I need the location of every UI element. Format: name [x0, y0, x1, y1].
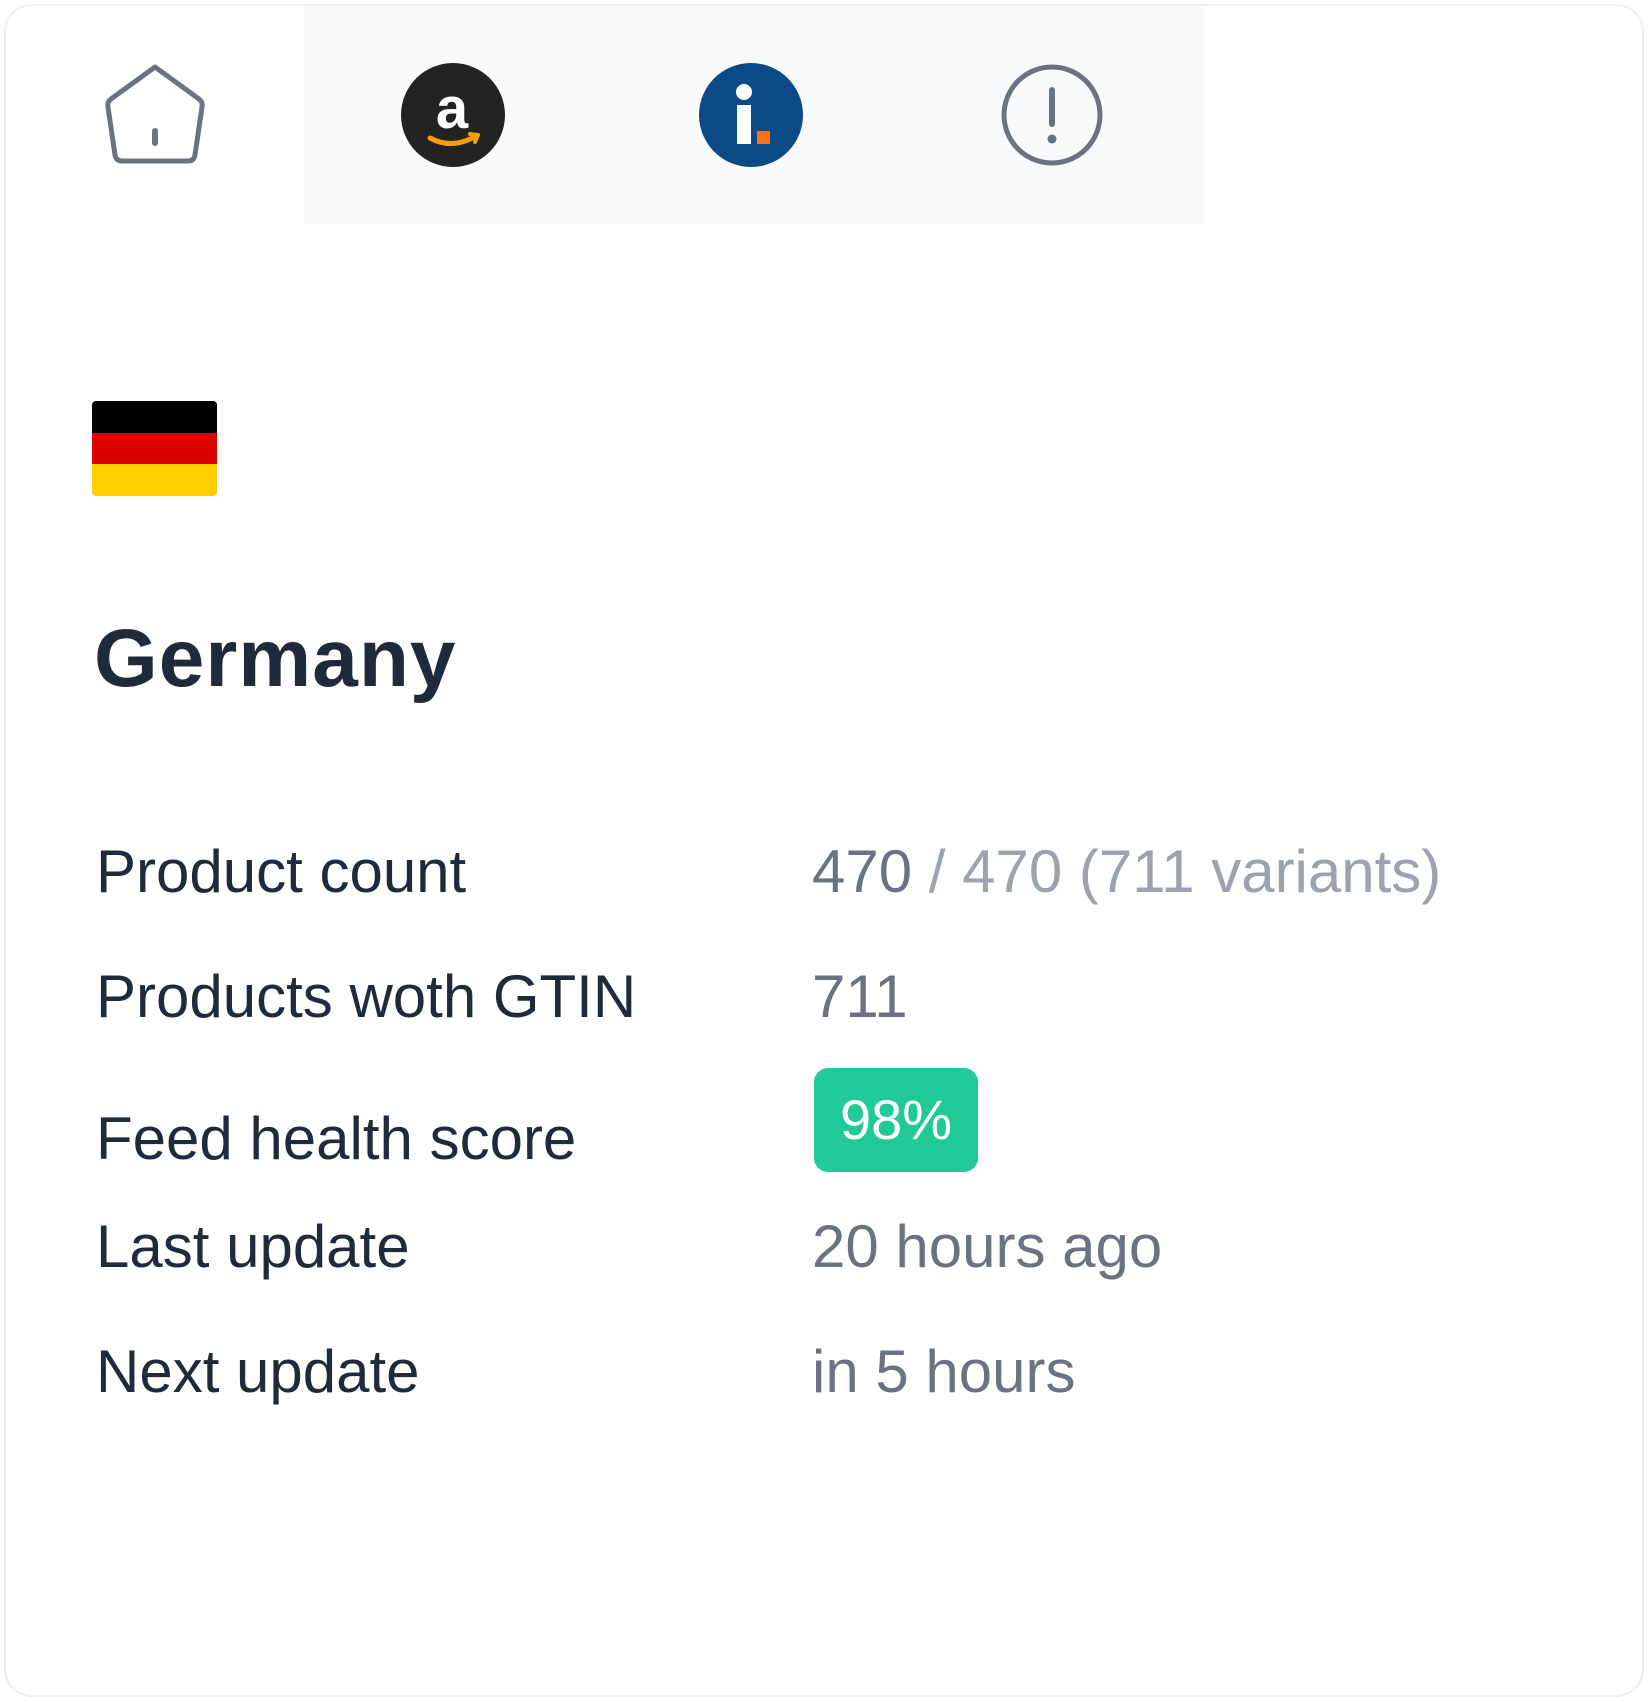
product-count-label: Product count — [96, 838, 467, 905]
product-count-total: / 470 (711 variants) — [912, 838, 1442, 905]
last-update-value: 20 hours ago — [812, 1213, 1163, 1280]
flag-stripe-gold — [92, 464, 217, 496]
country-title: Germany — [94, 613, 457, 704]
amazon-icon: a — [401, 63, 505, 167]
product-count-active: 470 — [812, 838, 913, 905]
next-update-label: Next update — [96, 1338, 420, 1405]
product-count-value: 470 / 470 (711 variants) — [812, 832, 1441, 912]
next-update-value: in 5 hours — [812, 1338, 1076, 1405]
feed-health-badge: 98% — [814, 1068, 978, 1172]
last-update-label: Last update — [96, 1213, 410, 1280]
svg-text:a: a — [436, 76, 469, 141]
alert-icon — [1001, 64, 1103, 166]
germany-flag-icon — [92, 401, 217, 496]
feed-health-label: Feed health score — [96, 1105, 577, 1172]
country-feed-card: a Germany Product count 470 / 470 (711 v… — [4, 4, 1644, 1697]
marketplace-tabs: a — [304, 6, 1204, 224]
home-icon — [105, 64, 205, 164]
gtin-value: 711 — [812, 963, 908, 1030]
tab-home[interactable] — [6, 6, 304, 224]
tab-idealo[interactable] — [602, 6, 900, 224]
flag-stripe-red — [92, 432, 217, 465]
tab-amazon[interactable]: a — [304, 6, 602, 224]
tab-bar: a — [6, 6, 1204, 224]
idealo-icon — [699, 63, 803, 167]
gtin-label: Products woth GTIN — [96, 963, 637, 1030]
flag-stripe-black — [92, 401, 217, 433]
tab-alerts[interactable] — [900, 6, 1204, 224]
